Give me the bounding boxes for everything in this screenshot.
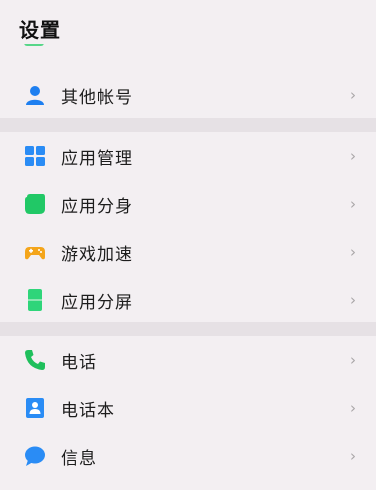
grid-icon <box>25 146 45 166</box>
settings-item-label: 电话本 <box>61 401 115 421</box>
chevron-right-icon: › <box>350 291 356 309</box>
chevron-right-icon: › <box>350 399 356 417</box>
settings-item-app-management[interactable]: 应用管理 › <box>0 131 376 179</box>
settings-item-app-clone[interactable]: 应用分身 › <box>0 179 376 227</box>
settings-item-other-accounts[interactable]: 其他帐号 › <box>0 70 376 118</box>
settings-item-messages[interactable]: 信息 › <box>0 431 376 479</box>
phone-icon <box>25 350 45 370</box>
settings-item-split-screen[interactable]: 应用分屏 › <box>0 275 376 323</box>
chevron-right-icon: › <box>350 351 356 369</box>
chevron-right-icon: › <box>350 147 356 165</box>
settings-item-label: 应用管理 <box>61 149 133 169</box>
chevron-right-icon: › <box>350 195 356 213</box>
person-icon <box>26 86 44 105</box>
settings-item-label: 信息 <box>61 449 97 469</box>
chevron-right-icon: › <box>350 86 356 104</box>
settings-item-label: 其他帐号 <box>61 88 133 108</box>
section-divider <box>0 322 376 336</box>
page-header: 设置 <box>0 0 376 44</box>
contacts-icon <box>26 398 44 418</box>
settings-item-phone[interactable]: 电话 › <box>0 335 376 383</box>
group-communication: 电话 › 电话本 › 信息 › <box>0 335 376 479</box>
group-apps: 应用管理 › 应用分身 › 游戏加速 › 应用分屏 › <box>0 131 376 323</box>
chevron-right-icon: › <box>350 243 356 261</box>
page-title: 设置 <box>19 18 61 42</box>
split-screen-icon <box>28 289 42 311</box>
section-divider <box>0 118 376 132</box>
settings-item-label: 应用分身 <box>61 197 133 217</box>
gamepad-icon <box>25 247 45 260</box>
settings-item-game-boost[interactable]: 游戏加速 › <box>0 227 376 275</box>
settings-item-label: 电话 <box>61 353 97 373</box>
settings-item-label: 应用分屏 <box>61 293 133 313</box>
settings-item-label: 游戏加速 <box>61 245 133 265</box>
chevron-right-icon: › <box>350 447 356 465</box>
settings-item-contacts[interactable]: 电话本 › <box>0 383 376 431</box>
leaf-icon <box>25 194 45 214</box>
group-accounts: 其他帐号 › <box>0 70 376 118</box>
message-icon <box>25 446 45 466</box>
